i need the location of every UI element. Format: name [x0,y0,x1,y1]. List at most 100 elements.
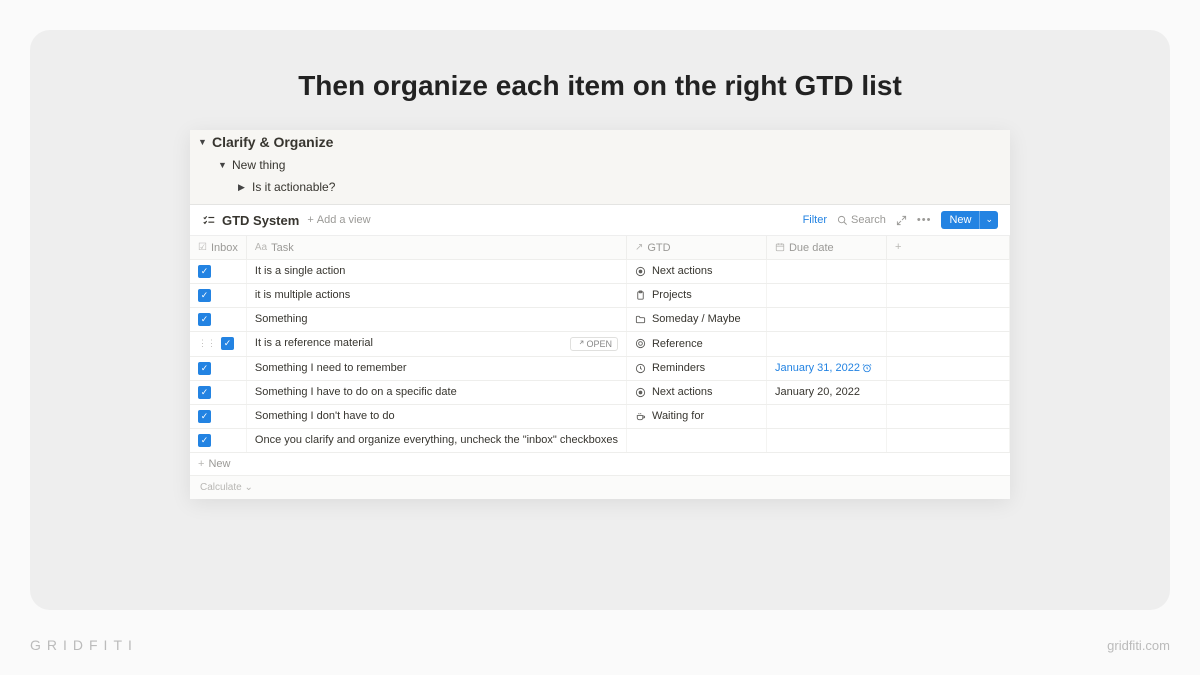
due-date-cell[interactable]: January 20, 2022 [766,380,886,404]
calculate-button[interactable]: Calculate ⌄ [190,475,1010,499]
inbox-cell[interactable]: ✓ [190,259,246,283]
task-cell[interactable]: Something [246,307,626,331]
brand-url: gridfiti.com [1107,638,1170,653]
new-dropdown-caret[interactable]: ⌄ [979,211,998,229]
inbox-cell[interactable]: ✓ [190,428,246,452]
due-date-cell[interactable] [766,428,886,452]
task-cell[interactable]: Something I don't have to do [246,404,626,428]
due-date-cell[interactable]: January 31, 2022 [766,356,886,380]
checkbox-checked-icon[interactable]: ✓ [221,337,234,350]
task-text: Something I need to remember [255,362,407,374]
clipboard-icon [635,289,647,301]
toggle-clarify-organize[interactable]: ▼ Clarify & Organize [190,130,1010,154]
table-row[interactable]: ✓ Something I need to remember Reminders Ja… [190,356,1010,380]
inbox-cell[interactable]: ✓ [190,404,246,428]
due-date-cell[interactable] [766,283,886,307]
gtd-cell[interactable]: Next actions [626,259,766,283]
relation-icon: ↗ [635,242,643,253]
folder-icon [635,313,647,325]
column-header-task[interactable]: AaTask [246,236,626,259]
checkbox-checked-icon[interactable]: ✓ [198,410,211,423]
table-row[interactable]: ✓ SomethingSomeday / Maybe [190,307,1010,331]
gtd-text: Reference [652,338,703,350]
gtd-cell[interactable] [626,428,766,452]
presentation-card: Then organize each item on the right GTD… [30,30,1170,610]
toggle-new-thing[interactable]: ▼ New thing [190,154,1010,176]
open-button[interactable]: OPEN [570,337,618,351]
drag-handle-icon[interactable]: ⋮⋮ [198,338,218,348]
due-date-text: January 20, 2022 [775,386,860,398]
task-cell[interactable]: Something I have to do on a specific dat… [246,380,626,404]
database-header: GTD System + Add a view Filter Search ••… [190,205,1010,236]
table-row[interactable]: ✓ Once you clarify and organize everythin… [190,428,1010,452]
table-row[interactable]: ✓ Something I have to do on a specific da… [190,380,1010,404]
gtd-cell[interactable]: Waiting for [626,404,766,428]
gtd-text: Waiting for [652,410,704,422]
table-row[interactable]: ✓ It is a single action Next actions [190,259,1010,283]
new-button[interactable]: New [941,211,979,229]
inbox-cell[interactable]: ⋮⋮ ✓ [190,331,246,356]
inbox-cell[interactable]: ✓ [190,380,246,404]
checkbox-checked-icon[interactable]: ✓ [198,265,211,278]
table-row[interactable]: ✓ it is multiple actions Projects [190,283,1010,307]
filter-button[interactable]: Filter [803,214,827,226]
database-title[interactable]: GTD System [222,213,299,228]
add-view-button[interactable]: + Add a view [307,214,370,226]
reminder-icon [862,363,872,374]
text-icon: Aa [255,242,267,253]
gtd-text: Reminders [652,362,705,374]
search-button[interactable]: Search [837,214,886,226]
column-header-inbox[interactable]: ☑Inbox [190,236,246,259]
empty-cell [886,283,1009,307]
task-cell[interactable]: It is a single action [246,259,626,283]
empty-cell [886,331,1009,356]
due-date-cell[interactable] [766,259,886,283]
chevron-down-icon: ⌄ [244,482,252,493]
inbox-cell[interactable]: ✓ [190,283,246,307]
checkbox-icon: ☑ [198,242,207,253]
task-cell[interactable]: it is multiple actions [246,283,626,307]
inbox-cell[interactable]: ✓ [190,307,246,331]
task-cell[interactable]: Something I need to remember [246,356,626,380]
task-text: Something I don't have to do [255,410,395,422]
database-table: ☑Inbox AaTask ↗GTD Due date [190,236,1010,499]
gtd-cell[interactable]: Reminders [626,356,766,380]
empty-cell [886,307,1009,331]
empty-cell [886,380,1009,404]
due-date-cell[interactable] [766,331,886,356]
column-header-gtd[interactable]: ↗GTD [626,236,766,259]
task-text: It is a single action [255,265,346,277]
column-header-due[interactable]: Due date [766,236,886,259]
expand-icon[interactable] [896,214,907,226]
gtd-cell[interactable]: Someday / Maybe [626,307,766,331]
slide-heading: Then organize each item on the right GTD… [30,70,1170,102]
task-cell[interactable]: Once you clarify and organize everything… [246,428,626,452]
gtd-cell[interactable]: Projects [626,283,766,307]
toggle-is-it-actionable[interactable]: ▶ Is it actionable? [190,176,1010,198]
caret-down-icon: ▼ [218,160,228,170]
task-cell[interactable]: It is a reference materialOPEN [246,331,626,356]
checkbox-checked-icon[interactable]: ✓ [198,434,211,447]
list-check-icon [202,212,216,228]
inbox-cell[interactable]: ✓ [190,356,246,380]
checkbox-checked-icon[interactable]: ✓ [198,289,211,302]
checkbox-checked-icon[interactable]: ✓ [198,313,211,326]
plus-icon: + [198,458,204,470]
task-text: it is multiple actions [255,289,350,301]
add-column-button[interactable]: + [886,236,1009,259]
empty-cell [886,259,1009,283]
due-date-cell[interactable] [766,404,886,428]
search-icon [837,215,848,226]
checkbox-checked-icon[interactable]: ✓ [198,386,211,399]
coffee-icon [635,410,647,422]
plus-icon: + [307,214,313,226]
new-row-button[interactable]: +New [190,452,1010,475]
more-icon[interactable]: ••• [917,214,932,226]
gtd-cell[interactable]: Reference [626,331,766,356]
checkbox-checked-icon[interactable]: ✓ [198,362,211,375]
due-date-cell[interactable] [766,307,886,331]
table-row[interactable]: ⋮⋮ ✓It is a reference materialOPENRefere… [190,331,1010,356]
book-icon [635,338,647,350]
gtd-cell[interactable]: Next actions [626,380,766,404]
table-row[interactable]: ✓ Something I don't have to do Waiting for [190,404,1010,428]
